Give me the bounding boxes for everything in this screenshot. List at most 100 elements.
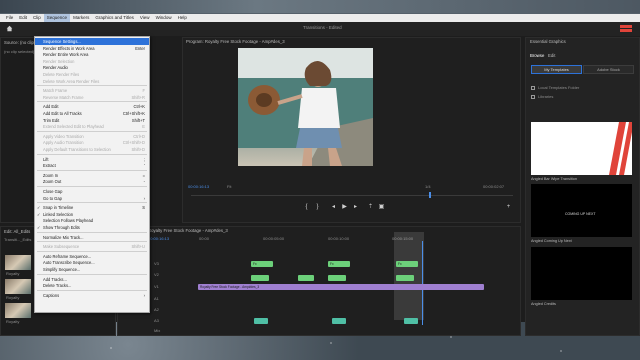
menu-markers[interactable]: Markers xyxy=(70,14,92,22)
menu-item-zoom-out[interactable]: Zoom Out - xyxy=(35,178,149,185)
menu-separator xyxy=(37,231,147,233)
quality-dropdown[interactable]: 1/4 xyxy=(425,184,431,189)
local-templates-checkbox[interactable] xyxy=(531,86,535,90)
audio-clip[interactable] xyxy=(332,318,346,324)
checkmark-icon: ✓ xyxy=(37,225,41,230)
menu-item-extract[interactable]: Extract ' xyxy=(35,162,149,169)
project-item-label: Royalty xyxy=(6,319,20,324)
menu-help[interactable]: Help xyxy=(175,14,190,22)
template-label: Angled Coming Up Next xyxy=(531,239,572,243)
menu-separator xyxy=(37,202,147,204)
menu-item-label: Selection Follows Playhead xyxy=(43,218,94,224)
adobe-stock-button[interactable]: Adobe Stock xyxy=(583,65,634,74)
scrubber-track[interactable] xyxy=(191,195,513,196)
video-clip[interactable] xyxy=(396,275,414,281)
video-clip[interactable]: Fx xyxy=(396,261,418,267)
menu-item-label: Render Selection xyxy=(43,58,75,64)
menu-graphics-and-titles[interactable]: Graphics and Titles xyxy=(92,14,137,22)
menu-view[interactable]: View xyxy=(137,14,153,22)
timeline-timecode[interactable]: 00:00:16:13 xyxy=(148,236,169,241)
edit-tab[interactable]: Edit xyxy=(548,53,555,58)
step-forward-icon[interactable]: ▸ xyxy=(352,204,359,211)
my-templates-button[interactable]: My Templates xyxy=(531,65,582,74)
mark-in-icon[interactable]: { xyxy=(303,204,310,211)
playhead-marker[interactable] xyxy=(429,192,431,198)
sequence-menu: Sequence Settings... Render Effects in Wo… xyxy=(34,36,150,313)
video-frame[interactable] xyxy=(238,48,373,166)
menu-item-label: Match Frame xyxy=(43,88,68,94)
menu-item-label: Render Entire Work Area xyxy=(43,52,89,58)
menu-item-label: Add Edit xyxy=(43,104,59,110)
video-clip[interactable]: Fx xyxy=(328,261,350,267)
fit-dropdown[interactable]: Fit xyxy=(227,184,231,189)
project-thumbnail[interactable] xyxy=(5,255,31,270)
source-tab[interactable]: Source: (no clips) xyxy=(4,40,37,45)
menu-clip[interactable]: Clip xyxy=(30,14,44,22)
video-clip[interactable] xyxy=(328,275,346,281)
menu-separator xyxy=(37,186,147,187)
menu-item-label: Lift xyxy=(43,156,49,162)
premiere-window: File Edit Clip Sequence Markers Graphics and … xyxy=(0,14,640,336)
menu-item-show-through-edits[interactable]: Show Through Edits ✓ xyxy=(35,224,149,231)
menu-item-label: Auto Transcribe Sequence... xyxy=(43,260,95,266)
program-tab[interactable]: Program: Royalty Free Stock Footage - Am… xyxy=(186,39,285,44)
menu-item-make-subsequence: Make Subsequence Shift+U xyxy=(35,243,149,250)
audio-clip[interactable] xyxy=(404,318,418,324)
video-clip[interactable] xyxy=(298,275,314,281)
home-icon[interactable] xyxy=(6,25,13,32)
menu-item-captions[interactable]: Captions › xyxy=(35,292,149,299)
menu-item-simplify-sequence[interactable]: Simplify Sequence... xyxy=(35,266,149,273)
play-icon[interactable]: ▶ xyxy=(341,204,348,211)
menu-item-shortcut: › xyxy=(143,195,145,201)
menu-item-label: Render Effects in Work Area xyxy=(43,45,95,51)
timecode-duration: 00:00:02:07 xyxy=(483,184,505,189)
timecode-in[interactable]: 00:00:16:13 xyxy=(188,184,209,189)
ruler-label: 00:00:10:00 xyxy=(328,236,350,241)
template-label: Angled Bar Wipe Transition xyxy=(531,177,578,181)
menu-item-normalize-mix-track[interactable]: Normalize Mix Track... xyxy=(35,234,149,241)
audio-clip[interactable]: Royalty Free Stock Footage - Amp#des_3 xyxy=(198,284,484,290)
rain-drop xyxy=(330,342,332,344)
template-thumbnail[interactable] xyxy=(531,122,632,175)
menu-item-shortcut: E xyxy=(142,124,145,130)
mark-out-icon[interactable]: } xyxy=(314,204,321,211)
angled-bars-icon xyxy=(609,122,632,175)
essential-graphics-panel: Essential Graphics Browse Edit My Templa… xyxy=(525,37,640,336)
project-thumbnail[interactable] xyxy=(5,303,31,318)
menu-window[interactable]: Window xyxy=(153,14,175,22)
video-clip[interactable] xyxy=(251,275,269,281)
project-thumbnail[interactable] xyxy=(5,279,31,294)
menu-sequence[interactable]: Sequence xyxy=(43,14,71,22)
menu-item-label: Render Audio xyxy=(43,65,68,71)
ruler-label: 00:00:05:00 xyxy=(263,236,285,241)
menu-separator xyxy=(37,169,147,171)
template-thumbnail[interactable]: COMING UP NEXT xyxy=(531,184,632,237)
browse-tab[interactable]: Browse xyxy=(530,53,544,58)
rain-drop xyxy=(560,350,562,352)
audio-clip[interactable] xyxy=(254,318,268,324)
project-tab[interactable]: Edit: All_Edits xyxy=(4,229,30,234)
libraries-checkbox[interactable] xyxy=(531,95,535,99)
track-label: A2 xyxy=(154,307,159,312)
menu-item-label: Go to Gap xyxy=(43,195,62,201)
add-button-icon[interactable]: + xyxy=(505,204,512,211)
playhead-line[interactable] xyxy=(422,241,423,325)
step-back-icon[interactable]: ◂ xyxy=(330,204,337,211)
menu-item-shortcut: Shift+R xyxy=(131,94,145,100)
video-clip[interactable]: Fx xyxy=(251,261,273,267)
menu-item-label: Add Edit to All Tracks xyxy=(43,111,82,116)
menu-edit[interactable]: Edit xyxy=(16,14,30,22)
menu-item-delete-work-area-render-files: Delete Work Area Render Files xyxy=(35,78,149,85)
menu-separator xyxy=(37,85,147,87)
lift-icon[interactable]: ⇡ xyxy=(367,204,374,211)
essential-graphics-tab[interactable]: Essential Graphics xyxy=(530,39,566,44)
project-item-label: Royalty xyxy=(6,295,20,300)
template-thumbnail[interactable] xyxy=(531,247,632,300)
project-item-label: Royalty xyxy=(6,271,20,276)
menu-file[interactable]: File xyxy=(3,14,16,22)
export-frame-icon[interactable]: ▣ xyxy=(378,204,385,211)
menu-item-delete-tracks[interactable]: Delete Tracks... xyxy=(35,282,149,289)
menu-item-go-to-gap[interactable]: Go to Gap › xyxy=(35,195,149,202)
timeline-tab[interactable]: Royalty Free Stock Footage - Amp#des_3 xyxy=(148,228,228,233)
title-bar: Transitions - Edited xyxy=(0,22,640,36)
